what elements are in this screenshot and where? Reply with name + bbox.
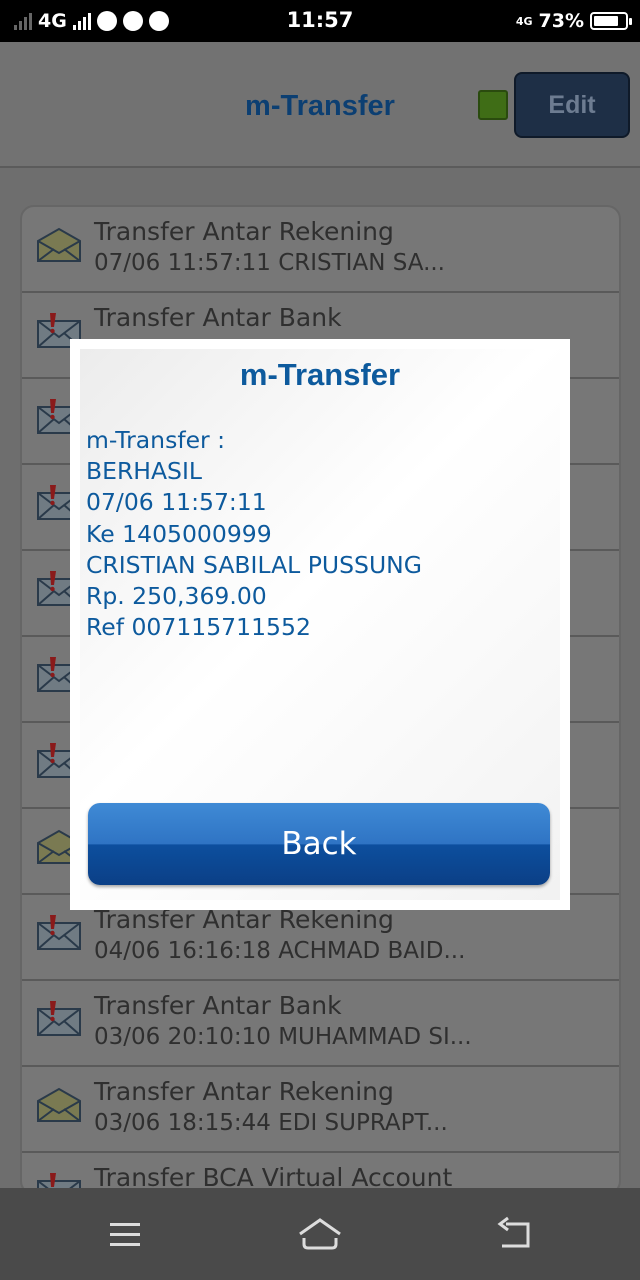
envelope-open-icon xyxy=(36,227,82,263)
list-item-title: Transfer Antar Rekening xyxy=(94,1077,394,1106)
home-icon[interactable] xyxy=(296,1216,344,1252)
envelope-open-icon xyxy=(36,1087,82,1123)
navigation-bar xyxy=(0,1188,640,1280)
list-item-subtitle: 07/06 11:57:11 CRISTIAN SA... xyxy=(94,250,445,276)
network-type-right: 4G xyxy=(515,14,533,28)
list-item-subtitle: 03/06 18:15:44 EDI SUPRAPT... xyxy=(94,1110,448,1136)
list-item-title: Transfer Antar Bank xyxy=(94,303,342,332)
status-right: 4G 73% xyxy=(515,8,632,34)
app-header: m-Transfer Edit xyxy=(0,42,640,168)
edit-button[interactable]: Edit xyxy=(514,72,630,138)
dialog-body: m-Transfer m-Transfer : BERHASIL 07/06 1… xyxy=(80,349,560,900)
message-line-header: m-Transfer : xyxy=(86,426,226,454)
message-line-status: BERHASIL xyxy=(86,457,202,486)
message-line-account: Ke 1405000999 xyxy=(86,519,272,548)
dialog-title: m-Transfer xyxy=(239,357,401,392)
status-indicator-icon xyxy=(478,90,508,120)
list-item[interactable]: Transfer Antar Rekening 07/06 11:57:11 CR… xyxy=(22,207,619,293)
list-item-subtitle: 04/06 16:16:18 ACHMAD BAID... xyxy=(94,938,466,964)
dialog-message: m-Transfer : BERHASIL 07/06 11:57:11 Ke … xyxy=(86,425,546,643)
battery-percent: 73% xyxy=(538,10,584,32)
envelope-alert-icon xyxy=(36,915,82,951)
message-line-datetime: 07/06 11:57:11 xyxy=(86,488,267,517)
list-item[interactable]: Transfer Antar Bank 03/06 20:10:10 MUHAMM… xyxy=(22,981,619,1067)
battery-icon xyxy=(590,12,632,30)
back-button[interactable]: Back xyxy=(88,803,550,885)
list-item-title: Transfer Antar Rekening xyxy=(94,217,394,246)
message-line-recipient: CRISTIAN SABILAL PUSSUNG xyxy=(86,550,422,579)
message-line-reference: Ref 007115711552 xyxy=(86,613,311,642)
list-item[interactable]: Transfer Antar Rekening 03/06 18:15:44 ED… xyxy=(22,1067,619,1153)
list-item-subtitle: 03/06 20:10:10 MUHAMMAD SI... xyxy=(94,1024,472,1050)
menu-icon[interactable] xyxy=(100,1216,148,1252)
back-icon[interactable] xyxy=(492,1216,540,1252)
list-item-title: Transfer Antar Bank xyxy=(94,991,342,1020)
status-bar: 4G 11:57 4G 73% xyxy=(0,0,640,42)
envelope-alert-icon xyxy=(36,1001,82,1037)
transfer-result-dialog: m-Transfer m-Transfer : BERHASIL 07/06 1… xyxy=(70,339,570,910)
message-line-amount: Rp. 250,369.00 xyxy=(86,582,267,611)
